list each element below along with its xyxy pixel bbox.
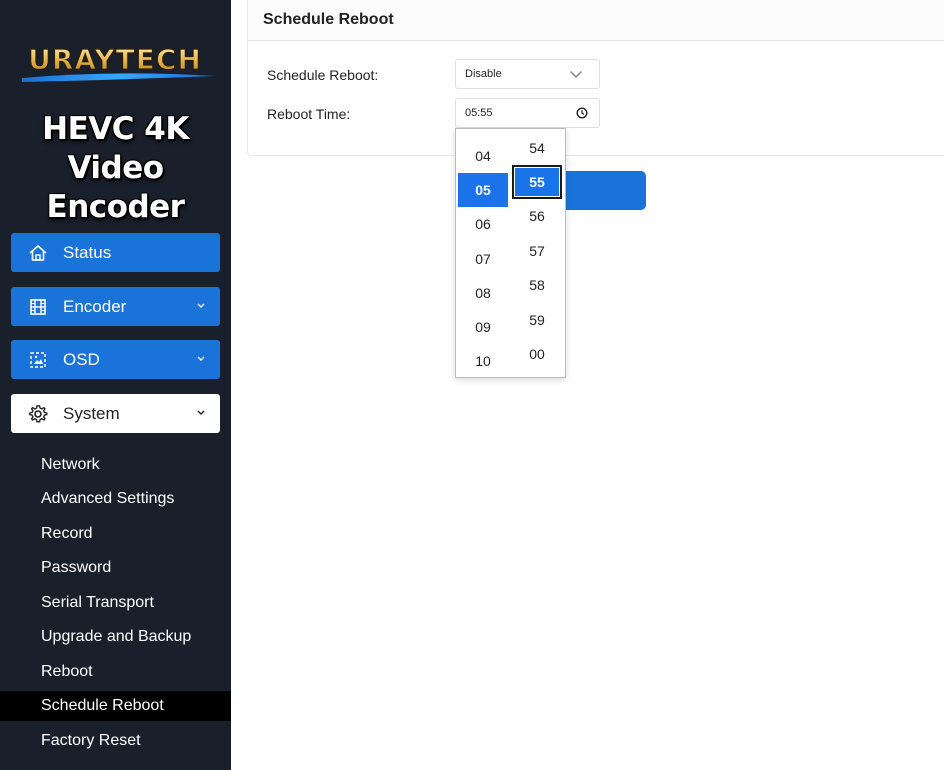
hour-option[interactable]: 07 [458, 242, 508, 276]
reboot-time-value: 05:55 [465, 107, 493, 119]
minute-option[interactable]: 54 [512, 131, 562, 165]
minute-option[interactable]: 59 [512, 303, 562, 337]
subnav-reboot[interactable]: Reboot [0, 657, 231, 687]
panel-title: Schedule Reboot [248, 0, 944, 41]
chevron-down-icon [197, 410, 205, 415]
chevron-down-icon [569, 70, 583, 79]
sidebar: URAYTECH HEVC 4K Video Encoder Status En… [0, 0, 231, 770]
nav-system-label: System [63, 403, 120, 423]
svg-text:URAYTECH: URAYTECH [28, 43, 202, 76]
nav-osd-button[interactable]: OSD [11, 340, 220, 379]
subnav-password[interactable]: Password [0, 553, 231, 583]
subnav-advanced-settings[interactable]: Advanced Settings [0, 484, 231, 514]
nav-osd-label: OSD [63, 349, 100, 369]
subnav-serial-transport[interactable]: Serial Transport [0, 588, 231, 618]
nav-status-label: Status [63, 242, 112, 262]
nav-system-button[interactable]: System [11, 394, 220, 433]
minute-option-selected[interactable]: 55 [512, 165, 562, 199]
schedule-reboot-value: Disable [465, 68, 502, 80]
uraytech-logo: URAYTECH [22, 42, 215, 82]
hour-option[interactable]: 04 [458, 139, 508, 173]
schedule-reboot-label: Schedule Reboot: [267, 67, 379, 83]
subnav-record[interactable]: Record [0, 519, 231, 549]
chevron-down-icon [197, 356, 205, 361]
subnav-upgrade-and-backup[interactable]: Upgrade and Backup [0, 622, 231, 652]
time-picker-dropdown[interactable]: 04 05 06 07 08 09 10 54 55 56 57 58 59 0… [455, 128, 566, 378]
product-title-line2: Video Encoder [46, 150, 185, 225]
product-title: HEVC 4K Video Encoder [0, 110, 231, 227]
reboot-time-input[interactable]: 05:55 [455, 98, 600, 128]
minute-option[interactable]: 00 [512, 337, 562, 371]
hour-option[interactable]: 06 [458, 207, 508, 241]
subnav-schedule-reboot[interactable]: Schedule Reboot [0, 691, 231, 721]
minute-option[interactable]: 57 [512, 234, 562, 268]
subnav-network[interactable]: Network [0, 450, 231, 480]
minute-option[interactable]: 56 [512, 199, 562, 233]
minute-option[interactable]: 58 [512, 268, 562, 302]
hour-option[interactable]: 09 [458, 310, 508, 344]
nav-encoder-button[interactable]: Encoder [11, 287, 220, 326]
clock-icon[interactable] [576, 107, 588, 119]
schedule-reboot-select[interactable]: Disable [455, 59, 600, 89]
schedule-reboot-panel: Schedule Reboot Schedule Reboot: Disable… [247, 0, 944, 156]
product-title-line1: HEVC 4K [42, 111, 189, 147]
subnav-factory-reset[interactable]: Factory Reset [0, 726, 231, 756]
nav-status-button[interactable]: Status [11, 233, 220, 272]
gear-icon [27, 403, 49, 425]
reboot-time-label: Reboot Time: [267, 106, 351, 122]
hour-option-selected[interactable]: 05 [458, 173, 508, 207]
hour-option[interactable]: 08 [458, 276, 508, 310]
image-icon [27, 349, 49, 371]
nav-encoder-label: Encoder [63, 296, 127, 316]
film-icon [27, 296, 49, 318]
hour-option[interactable]: 10 [458, 344, 508, 378]
chevron-down-icon [197, 303, 205, 308]
home-icon [27, 242, 49, 264]
